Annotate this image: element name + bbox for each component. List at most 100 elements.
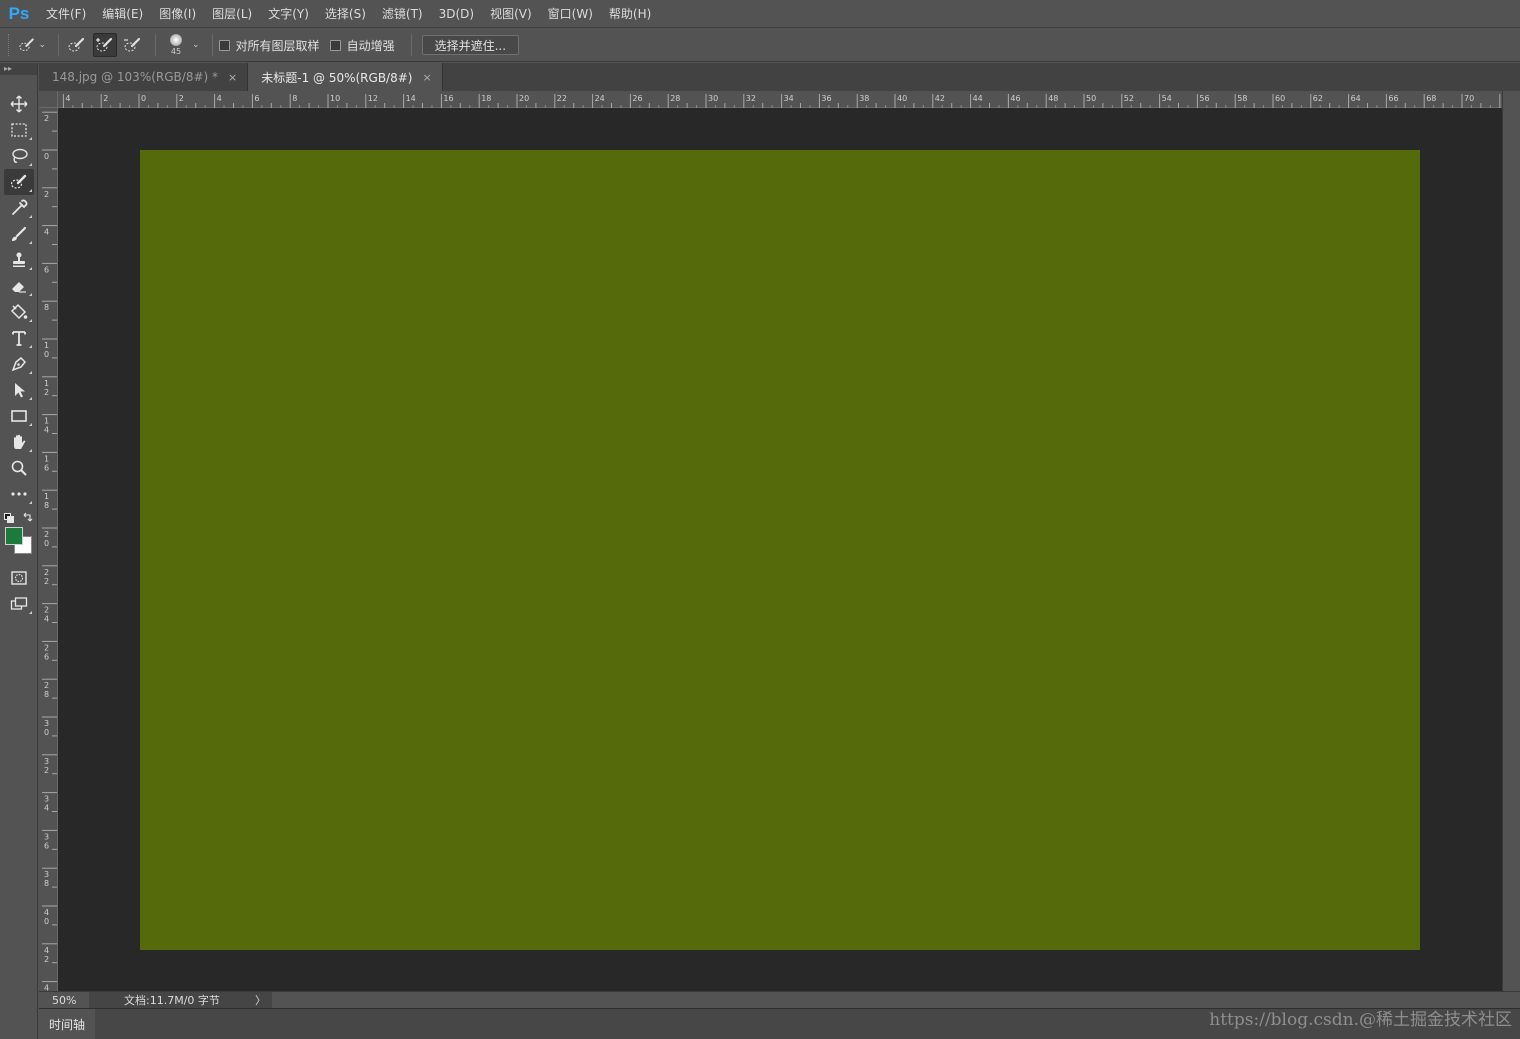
ruler-tick-label: 70 [1464, 94, 1474, 103]
tool-preset-picker[interactable]: ⌄ [18, 33, 52, 57]
menu-view[interactable]: 视图(V) [482, 0, 540, 28]
ruler-tick-label: 52 [1124, 94, 1134, 103]
ruler-tick-label: 4 [44, 615, 49, 624]
chevron-down-icon[interactable]: ⌄ [192, 40, 200, 50]
tool-flyout-indicator [29, 293, 32, 296]
horizontal-ruler[interactable]: 4 2 0 2 4 6 8 10 12 14 16 18 20 22 24 26 28 30 32 34 36 38 40 4… [58, 91, 1502, 108]
foreground-color-swatch[interactable] [5, 527, 23, 545]
close-icon[interactable]: × [228, 71, 237, 84]
add-to-selection-button[interactable] [93, 33, 117, 57]
menu-filter[interactable]: 滤镜(T) [374, 0, 431, 28]
chevron-right-icon[interactable]: 〉 [255, 992, 266, 1008]
eraser-tool[interactable] [4, 273, 34, 299]
brush-tip-icon [170, 34, 182, 46]
tab-148-jpg[interactable]: 148.jpg @ 103%(RGB/8#) * × [39, 63, 249, 91]
sample-all-layers-label: 对所有图层取样 [235, 38, 320, 53]
hand-tool[interactable] [4, 429, 34, 455]
marquee-icon [11, 123, 27, 137]
document-canvas[interactable] [140, 150, 1420, 950]
lasso-tool[interactable] [4, 143, 34, 169]
more-tools[interactable] [4, 481, 34, 507]
ruler-tick-label: 3 [44, 719, 49, 728]
menu-file[interactable]: 文件(F) [38, 0, 94, 28]
tool-flyout-indicator [29, 163, 32, 166]
quick-mask-button[interactable] [4, 565, 34, 591]
quick-mask-icon [11, 571, 27, 585]
quick-selection-tool[interactable] [4, 169, 34, 195]
ruler-tick-label: 0 [141, 94, 146, 103]
ruler-tick-label: 4 [44, 426, 49, 435]
ruler-tick-label: 2 [44, 577, 49, 586]
ruler-tick-label: 2 [44, 643, 49, 652]
ruler-tick-label: 6 [254, 94, 259, 103]
sample-all-layers-checkbox[interactable] [218, 39, 230, 51]
tool-flyout-indicator [29, 267, 32, 270]
rectangle-tool[interactable] [4, 403, 34, 429]
ruler-tick-label: 3 [44, 870, 49, 879]
path-selection-tool[interactable] [4, 377, 34, 403]
screen-mode-button[interactable] [4, 591, 34, 617]
tool-flyout-indicator [29, 241, 32, 244]
select-and-mask-button[interactable]: 选择并遮住... [421, 35, 520, 55]
subtract-from-selection-button[interactable] [121, 33, 145, 57]
ruler-tick-label: 1 [44, 379, 49, 388]
menu-image[interactable]: 图像(I) [151, 0, 204, 28]
clone-stamp-tool[interactable] [4, 247, 34, 273]
menu-edit[interactable]: 编辑(E) [94, 0, 151, 28]
menu-select[interactable]: 选择(S) [317, 0, 374, 28]
ruler-tick-label: 1 [44, 341, 49, 350]
menu-help[interactable]: 帮助(H) [601, 0, 659, 28]
vertical-scrollbar[interactable] [1502, 91, 1520, 991]
tab-label: 未标题-1 @ 50%(RGB/8#) [261, 70, 413, 85]
ruler-tick-label: 32 [746, 94, 756, 103]
close-icon[interactable]: × [422, 71, 431, 84]
ruler-tick-label: 34 [784, 94, 794, 103]
ruler-tick-label: 56 [1199, 94, 1209, 103]
move-tool[interactable] [4, 91, 34, 117]
ruler-tick-label: 46 [1010, 94, 1020, 103]
menu-3d[interactable]: 3D(D) [431, 0, 482, 28]
ruler-tick-label: 8 [44, 303, 49, 312]
new-selection-button[interactable] [65, 33, 89, 57]
zoom-tool[interactable] [4, 455, 34, 481]
ruler-tick-label: 22 [557, 94, 567, 103]
eyedropper-icon [12, 199, 28, 215]
ruler-tick-label: 18 [481, 94, 491, 103]
arrow-icon [15, 383, 25, 398]
options-grip[interactable] [8, 34, 12, 56]
menu-window[interactable]: 窗口(W) [540, 0, 601, 28]
rectangle-icon [11, 410, 27, 422]
timeline-tab[interactable]: 时间轴 [39, 1009, 95, 1039]
ruler-tick-label: 0 [44, 539, 49, 548]
menu-type[interactable]: 文字(Y) [260, 0, 317, 28]
auto-enhance-option[interactable]: 自动增强 [329, 37, 395, 54]
sample-all-layers-option[interactable]: 对所有图层取样 [218, 37, 320, 54]
toolbar-collapse-icon[interactable]: ▸▸ [0, 63, 37, 75]
ruler-tick-label: 6 [44, 265, 49, 274]
ruler-tick-label: 4 [217, 94, 222, 103]
ruler-tick-label: 68 [1426, 94, 1436, 103]
marquee-tool[interactable] [4, 117, 34, 143]
ruler-tick-label: 50 [1086, 94, 1096, 103]
default-colors-icon[interactable] [4, 513, 14, 523]
auto-enhance-checkbox[interactable] [329, 39, 341, 51]
tool-flyout-indicator [29, 423, 32, 426]
brush-tool[interactable] [4, 221, 34, 247]
tab-untitled-1[interactable]: 未标题-1 @ 50%(RGB/8#) × [248, 63, 443, 91]
swap-colors-icon[interactable] [22, 512, 33, 523]
ruler-tick-label: 2 [179, 94, 184, 103]
pen-tool[interactable] [4, 351, 34, 377]
type-tool[interactable] [4, 325, 34, 351]
watermark-text: https://blog.csdn.@稀土掘金技术社区 [1209, 1010, 1512, 1030]
ruler-tick-label: 4 [44, 804, 49, 813]
vertical-ruler[interactable]: 2024681012141618202224262830323436384042… [39, 108, 58, 991]
zoom-level-field[interactable]: 50% [39, 994, 89, 1007]
brush-picker[interactable]: 45 [162, 31, 190, 59]
paint-bucket-tool[interactable] [4, 299, 34, 325]
eyedropper-tool[interactable] [4, 195, 34, 221]
menu-layer[interactable]: 图层(L) [204, 0, 260, 28]
ruler-tick-label: 2 [103, 94, 108, 103]
document-info[interactable]: 文档:11.7M/0 字节 〉 [89, 991, 272, 1009]
ruler-origin[interactable] [39, 91, 58, 108]
canvas-pasteboard[interactable] [58, 108, 1502, 991]
